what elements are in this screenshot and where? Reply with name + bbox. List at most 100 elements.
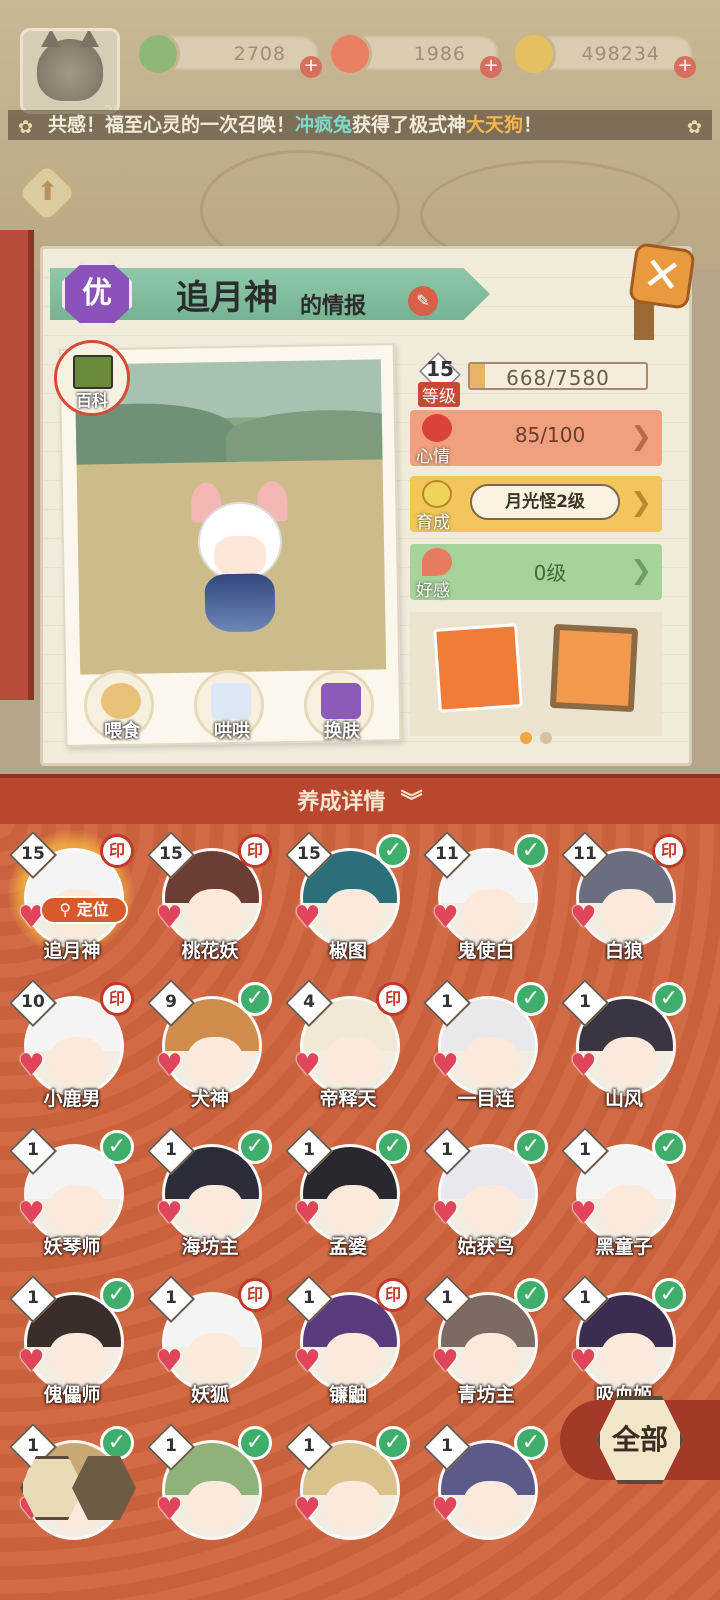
shikigami-item[interactable]: 4 ♥ 印帝释天 [284,978,410,1120]
shikigami-item[interactable]: 1 ♥ ✓ 黑童子 [560,1126,686,1268]
heart-icon: ♥ [294,1492,321,1527]
character-body [204,573,276,633]
rename-button[interactable]: ✎ [408,286,438,316]
portrait-face [49,1037,105,1085]
check-icon: ✓ [238,1130,272,1164]
book-spine [0,230,34,700]
close-button[interactable]: ✕ [628,242,696,310]
shikigami-item[interactable]: 15 ♥ 印桃花妖 [146,830,272,972]
shikigami-item[interactable]: 1 ♥ 印妖狐 [146,1274,272,1416]
ticker-text-2: 获得了极式神 [352,114,467,136]
wiki-button[interactable]: 百科 [54,340,130,416]
coins-value: 498234 [581,43,660,65]
portrait-face [187,1185,243,1233]
shikigami-name: 犬神 [190,1088,229,1110]
portrait-face [601,1037,657,1085]
shikigami-name: 小鹿男 [43,1088,101,1110]
shikigami-level: 1 [27,1436,39,1456]
chevron-right-icon: ❯ [630,488,652,518]
mystery-card-2[interactable] [549,623,639,713]
shikigami-item[interactable]: 1 ♥ 印镰鼬 [284,1274,410,1416]
portrait-face [601,1185,657,1233]
chasing-moon-character[interactable] [173,480,306,643]
shikigami-item[interactable]: 10 ♥ 印小鹿男 [8,978,134,1120]
shikigami-item[interactable]: 1 ♥ ✓ 妖琴师 [8,1126,134,1268]
shikigami-item[interactable]: 1 ♥ ✓ [284,1422,410,1564]
shikigami-item[interactable]: 1 ♥ ✓ [146,1422,272,1564]
jade-pine-icon [136,32,180,76]
check-icon: ✓ [376,1130,410,1164]
raise-stage-pill: 月光怪2级 [470,484,620,520]
shikigami-item[interactable]: 11 ♥ 印白狼 [560,830,686,972]
seal-icon: 印 [376,1278,410,1312]
cat-avatar-icon [37,31,103,101]
jade-add-button[interactable]: + [300,56,322,78]
shikigami-item[interactable]: 11 ♥ ✓ 鬼使白 [422,830,548,972]
heart-icon: ♥ [156,1196,183,1231]
hearts-add-button[interactable]: + [480,56,502,78]
flower-icon: ✿ [686,117,702,138]
shikigami-name: 一目连 [457,1088,515,1110]
seal-icon: 印 [376,982,410,1016]
shikigami-item[interactable]: 1 ♥ ✓ 山风 [560,978,686,1120]
portrait-face [187,1481,243,1529]
coins-resource[interactable]: 498234 + [512,32,696,78]
shikigami-level: 1 [441,992,453,1012]
character-face [213,535,267,577]
shikigami-level: 15 [297,844,321,864]
shikigami-name: 姑获鸟 [457,1236,515,1258]
portrait-face [325,1481,381,1529]
check-icon: ✓ [514,982,548,1016]
hearts-resource[interactable]: 1986 + [328,32,502,78]
shikigami-item[interactable]: 1 ♥ ✓ 海坊主 [146,1126,272,1268]
shikigami-item[interactable]: 15 ♥ ✓ 椒图 [284,830,410,972]
shikigami-level: 10 [21,992,45,1012]
shikigami-name: 孟婆 [328,1236,367,1258]
heart-icon: ♥ [18,1048,45,1083]
heart-icon: ♥ [156,900,183,935]
page-dot-active[interactable] [520,732,532,744]
shikigami-name: 海坊主 [181,1236,239,1258]
portrait-face [463,1037,519,1085]
shikigami-item[interactable]: 1 ♥ ✓ 孟婆 [284,1126,410,1268]
coax-button[interactable]: 哄哄 [194,670,264,742]
feed-button[interactable]: 喂食 [84,670,154,742]
shikigami-name: 山风 [604,1088,643,1110]
favor-row[interactable]: 好感 0级 ❯ [410,544,662,601]
shikigami-item[interactable]: 1 ♥ ✓ 吸血姬 [560,1274,686,1416]
shikigami-name: 追月神 [43,940,101,962]
check-icon: ✓ [514,1426,548,1460]
check-icon: ✓ [376,1426,410,1460]
portrait-face [601,889,657,937]
portrait-face [601,1333,657,1381]
seal-icon: 印 [100,982,134,1016]
check-icon: ✓ [100,1426,134,1460]
mood-row[interactable]: 心情 85/100 ❯ [410,410,662,467]
shikigami-item[interactable]: 1 ♥ ✓ 青坊主 [422,1274,548,1416]
heart-icon: ♥ [570,1048,597,1083]
xp-text: 668/7580 [506,366,610,390]
jade-resource[interactable]: 2708 + [136,32,322,78]
shikigami-item[interactable]: 1 ♥ ✓ 傀儡师 [8,1274,134,1416]
page-dot[interactable] [540,732,552,744]
raise-label: 育成 [416,513,450,533]
portrait-face [49,1333,105,1381]
shikigami-item[interactable]: 1 ♥ ✓ 姑获鸟 [422,1126,548,1268]
pencil-icon: ✎ [416,291,430,310]
mystery-card-1[interactable] [433,623,523,713]
shikigami-item[interactable]: 1 ♥ ✓ 一目连 [422,978,548,1120]
shikigami-level: 1 [579,992,591,1012]
coins-add-button[interactable]: + [674,56,696,78]
details-expand-bar[interactable]: 养成详情 ︾ [0,774,720,824]
skin-button[interactable]: 换肤 [304,670,374,742]
shikigami-item[interactable]: 9 ♥ ✓ 犬神 [146,978,272,1120]
locate-tag[interactable]: ⚲ 定位 [40,896,128,924]
heart-icon: ♥ [432,1196,459,1231]
shikigami-item[interactable]: 1 ♥ ✓ [422,1422,548,1564]
shikigami-name: 帝释天 [319,1088,377,1110]
mood-value: 85/100 [514,423,586,447]
rank-badge: 优 [62,262,132,326]
player-avatar[interactable] [20,28,120,114]
skin-icon [321,683,361,719]
title-suffix: 的情报 [300,294,367,319]
